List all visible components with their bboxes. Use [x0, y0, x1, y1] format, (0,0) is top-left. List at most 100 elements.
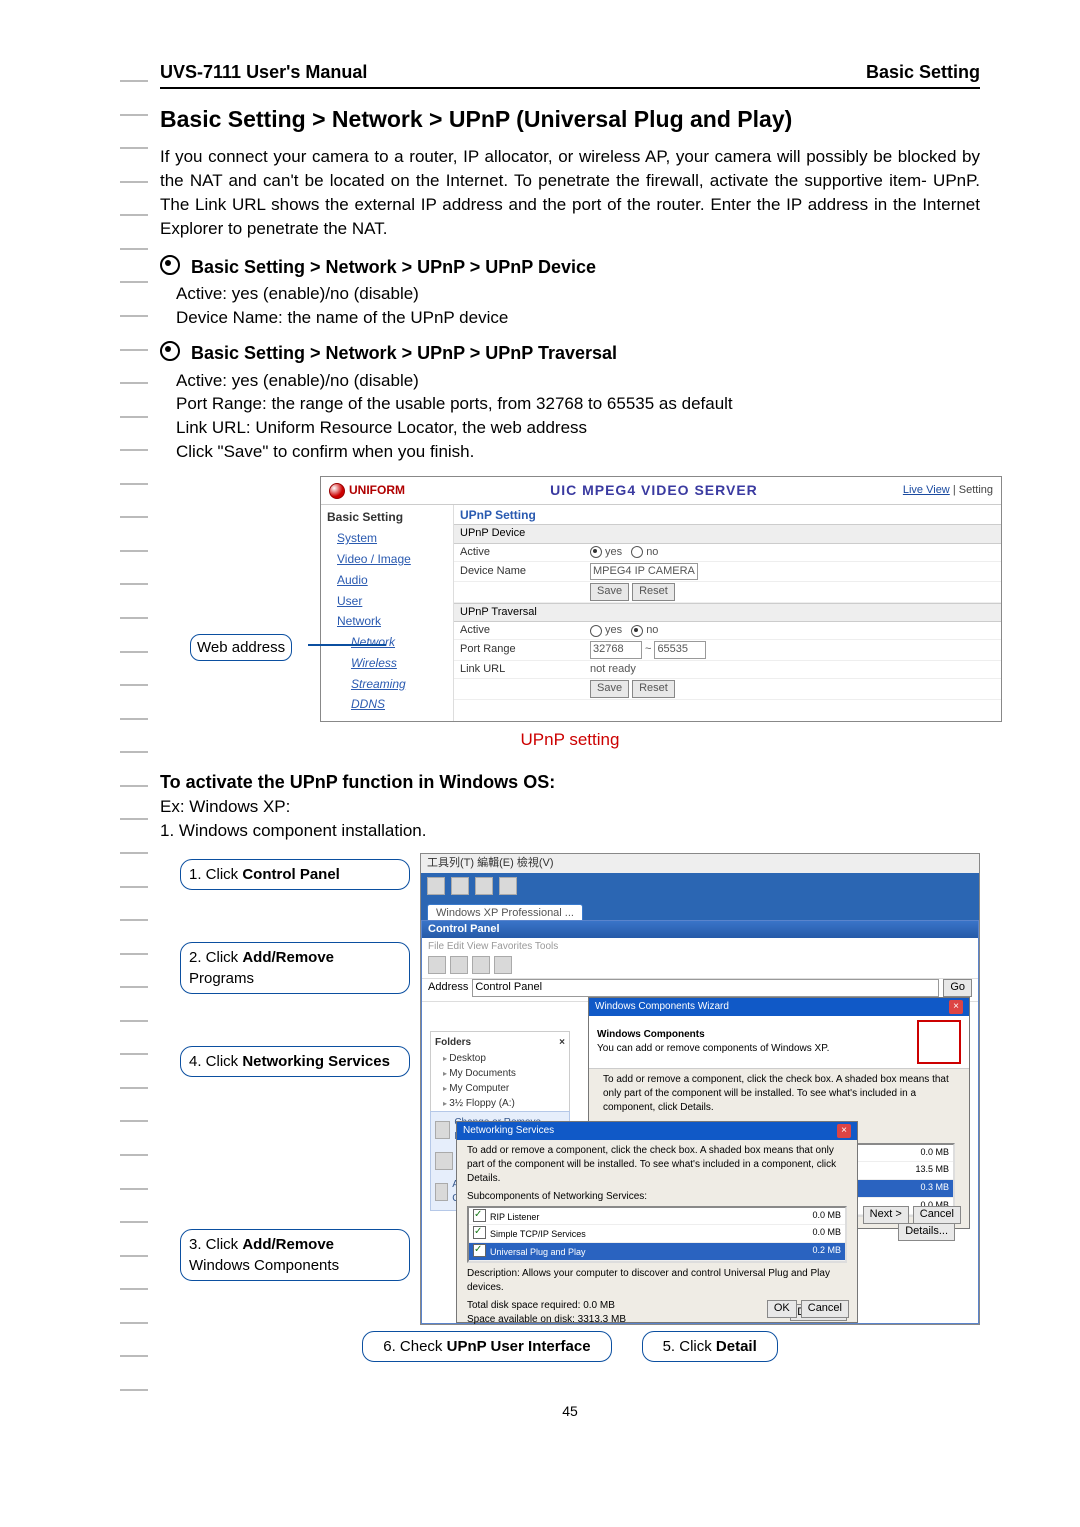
up-icon[interactable] [472, 956, 490, 974]
wizard-h1: Windows Components [597, 1028, 829, 1042]
dev-reset-button[interactable]: Reset [632, 583, 675, 600]
row-dev-buttons: Save Reset [454, 582, 1001, 602]
side-wireless[interactable]: Wireless [351, 655, 447, 672]
page-number: 45 [160, 1402, 980, 1422]
bullet-icon [160, 255, 180, 275]
netserv-desc2: Description: Allows your computer to dis… [457, 1265, 857, 1297]
netserv-cancel-button[interactable]: Cancel [801, 1300, 849, 1317]
dev-active-yes-radio[interactable] [590, 546, 602, 558]
page-header: UVS-7111 User's Manual Basic Setting [160, 60, 980, 89]
logo-icon [329, 483, 345, 499]
dev-save-button[interactable]: Save [590, 583, 629, 600]
trav-reset-button[interactable]: Reset [632, 680, 675, 697]
row-port-range: Port Range 32768 ~ 65535 [454, 640, 1001, 660]
tree-item[interactable]: My Computer [443, 1082, 565, 1096]
dev-active-no-radio[interactable] [631, 546, 643, 558]
upnp-device-lines: Active: yes (enable)/no (disable) Device… [176, 282, 980, 330]
trav-active-label: Active [460, 623, 590, 638]
section-title: Basic Setting > Network > UPnP (Universa… [160, 103, 980, 135]
fwd-icon[interactable] [450, 956, 468, 974]
side-network[interactable]: Network [337, 613, 447, 630]
address-input[interactable]: Control Panel [472, 979, 939, 996]
trav-active-no-radio[interactable] [631, 625, 643, 637]
wizard-cancel-button[interactable]: Cancel [913, 1206, 961, 1223]
search-icon[interactable] [494, 956, 512, 974]
go-button[interactable]: Go [943, 979, 972, 996]
folders-head: Folders [435, 1036, 471, 1050]
side-ddns[interactable]: DDNS [351, 696, 447, 713]
add-remove-components-icon[interactable] [435, 1183, 448, 1201]
netserv-desc: To add or remove a component, click the … [457, 1140, 857, 1190]
folders-close[interactable]: × [559, 1036, 565, 1050]
bullet-icon [160, 341, 180, 361]
change-remove-icon[interactable] [435, 1121, 450, 1139]
side-user[interactable]: User [337, 593, 447, 610]
side-system[interactable]: System [337, 530, 447, 547]
add-new-icon[interactable] [435, 1152, 453, 1170]
control-panel-title: Control Panel [422, 921, 978, 938]
netserv-ok-button[interactable]: OK [767, 1300, 797, 1317]
brand-text: UNIFORM [349, 482, 405, 499]
start-toolbar [421, 873, 979, 899]
close-icon[interactable]: × [837, 1124, 851, 1138]
tool-icon [475, 877, 493, 895]
back-icon[interactable] [428, 956, 446, 974]
upnp-device-heading: Basic Setting > Network > UPnP > UPnP De… [160, 255, 980, 280]
upnp-trav-l3: Link URL: Uniform Resource Locator, the … [176, 416, 980, 440]
trav-active-no: no [646, 623, 658, 638]
windows-screenshot: 工具列(T) 編輯(E) 檢視(V) Windows XP Profession… [420, 853, 980, 1325]
wizard-details-button[interactable]: Details... [898, 1223, 955, 1240]
upnp-sidebar: Basic Setting System Video / Image Audio… [321, 505, 454, 721]
upnp-screenshot-wrap: Web address UNIFORM UIC MPEG4 VIDEO SERV… [160, 476, 980, 723]
side-audio[interactable]: Audio [337, 572, 447, 589]
port-from-input[interactable]: 32768 [590, 641, 642, 658]
top-links: Live View | Setting [903, 483, 993, 498]
callout-2: 2. Click Add/Remove Programs [180, 942, 410, 994]
side-network-sub[interactable]: Network [351, 634, 447, 651]
header-left: UVS-7111 User's Manual [160, 60, 367, 85]
upnp-traversal-heading-text: Basic Setting > Network > UPnP > UPnP Tr… [191, 343, 617, 363]
upnp-device-heading-text: Basic Setting > Network > UPnP > UPnP De… [191, 257, 596, 277]
wizard-next-button[interactable]: Next > [863, 1206, 909, 1223]
callout-3: 3. Click Add/Remove Windows Components [180, 1229, 410, 1281]
desktop-bg: 工具列(T) 編輯(E) 檢視(V) Windows XP Profession… [421, 854, 979, 1324]
activate-line2: 1. Windows component installation. [160, 819, 980, 843]
tree-item[interactable]: My Documents [443, 1067, 565, 1081]
device-name-input[interactable]: MPEG4 IP CAMERA [590, 563, 698, 580]
row-trav-buttons: Save Reset [454, 679, 1001, 699]
ctrl-menubar: File Edit View Favorites Tools [422, 938, 978, 956]
wizard-icon [917, 1020, 961, 1064]
upnp-device-l1: Active: yes (enable)/no (disable) [176, 282, 980, 306]
netserv-title: Networking Services [463, 1124, 554, 1138]
tool-icon [499, 877, 517, 895]
row-dev-name: Device Name MPEG4 IP CAMERA [454, 562, 1001, 582]
upnp-traversal-heading: Basic Setting > Network > UPnP > UPnP Tr… [160, 341, 980, 366]
upnp-panel-header: UNIFORM UIC MPEG4 VIDEO SERVER Live View… [321, 477, 1001, 506]
wizard-titlebar: Windows Components Wizard × [589, 998, 969, 1016]
avail-label: Space available on disk: [467, 1314, 575, 1325]
tree-item[interactable]: 3½ Floppy (A:) [443, 1097, 565, 1111]
netserv-titlebar: Networking Services × [457, 1122, 857, 1140]
sidebar-head: Basic Setting [327, 509, 447, 526]
header-right: Basic Setting [866, 60, 980, 85]
side-video[interactable]: Video / Image [337, 551, 447, 568]
link-url-label: Link URL [460, 662, 590, 677]
netserv-list: RIP Listener0.0 MB Simple TCP/IP Service… [467, 1206, 847, 1263]
address-row [422, 956, 978, 979]
tree-item[interactable]: Desktop [443, 1052, 565, 1066]
dev-active-label: Active [460, 545, 590, 560]
trav-save-button[interactable]: Save [590, 680, 629, 697]
side-streaming[interactable]: Streaming [351, 676, 447, 693]
callout-6: 6. Check UPnP User Interface [362, 1331, 611, 1362]
close-icon[interactable]: × [949, 1000, 963, 1014]
port-range-label: Port Range [460, 642, 590, 657]
upnp-trav-l2: Port Range: the range of the usable port… [176, 392, 980, 416]
wizard-desc: To add or remove a component, click the … [589, 1069, 969, 1119]
dev-active-no: no [646, 545, 658, 560]
server-title: UIC MPEG4 VIDEO SERVER [550, 481, 758, 501]
live-view-link[interactable]: Live View [903, 484, 950, 496]
link-url-value: not ready [590, 662, 995, 677]
trav-active-yes-radio[interactable] [590, 625, 602, 637]
port-to-input[interactable]: 65535 [654, 641, 706, 658]
row-trav-active: Active yes no [454, 622, 1001, 640]
